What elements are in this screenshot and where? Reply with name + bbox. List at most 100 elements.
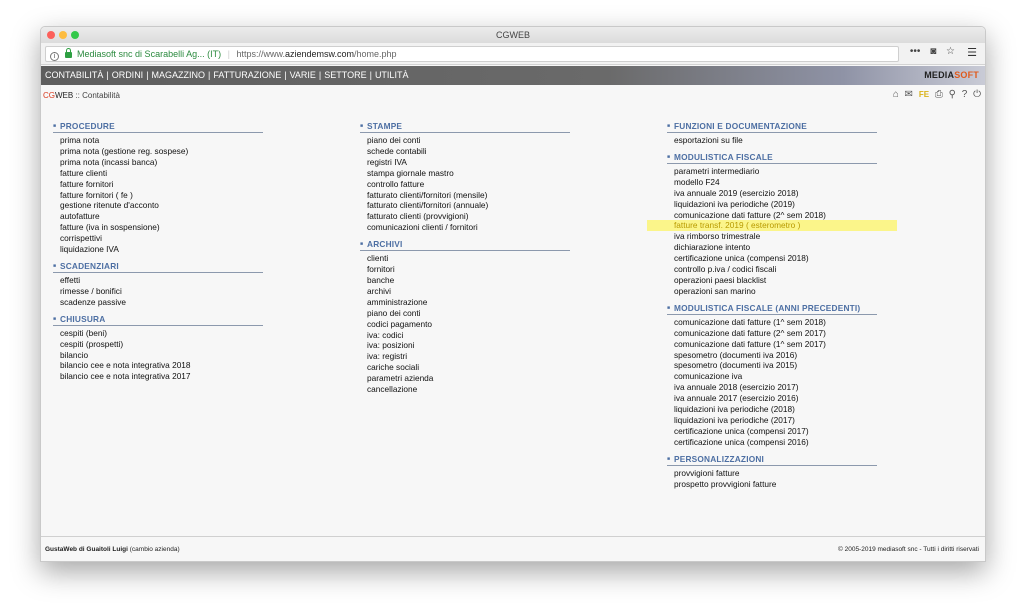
menu-link[interactable]: banche (360, 275, 570, 286)
menu-link[interactable]: fatturato clienti (provvigioni) (360, 211, 570, 222)
menu-link[interactable]: cancellazione (360, 384, 570, 395)
menu-link[interactable]: registri IVA (360, 157, 570, 168)
menu-link[interactable]: certificazione unica (compensi 2016) (667, 437, 877, 448)
nav-item-settore[interactable]: SETTORE (324, 70, 366, 80)
menu-link[interactable]: clienti (360, 253, 570, 264)
menu-link[interactable]: modello F24 (667, 177, 877, 188)
menu-link[interactable]: operazioni paesi blacklist (667, 275, 877, 286)
toolbar-icons: ⌂ ✉ FE ⎙ ⚲ ? ⏻ (890, 89, 981, 100)
nav-item-fatturazione[interactable]: FATTURAZIONE (213, 70, 281, 80)
menu-link[interactable]: liquidazione IVA (53, 244, 263, 255)
menu-link[interactable]: comunicazione dati fatture (2^ sem 2018) (667, 210, 877, 221)
minimize-window-button[interactable] (59, 31, 67, 39)
menu-link[interactable]: piano dei conti (360, 308, 570, 319)
menu-link[interactable]: spesometro (documenti iva 2016) (667, 350, 877, 361)
menu-link[interactable]: comunicazione iva (667, 371, 877, 382)
menu-link[interactable]: controllo fatture (360, 179, 570, 190)
menu-link[interactable]: amministrazione (360, 297, 570, 308)
menu-link[interactable]: iva: registri (360, 351, 570, 362)
menu-link[interactable]: rimesse / bonifici (53, 286, 263, 297)
nav-item-magazzino[interactable]: MAGAZZINO (152, 70, 206, 80)
menu-link[interactable]: bilancio cee e nota integrativa 2018 (53, 360, 263, 371)
menu-link[interactable]: iva annuale 2017 (esercizio 2016) (667, 393, 877, 404)
menu-link[interactable]: bilancio cee e nota integrativa 2017 (53, 371, 263, 382)
menu-link[interactable]: prima nota (53, 135, 263, 146)
menu-link[interactable]: schede contabili (360, 146, 570, 157)
breadcrumb-app-web[interactable]: WEB (55, 91, 73, 100)
menu-link[interactable]: iva rimborso trimestrale (667, 231, 877, 242)
menu-link[interactable]: cariche sociali (360, 362, 570, 373)
address-bar[interactable]: i Mediasoft snc di Scarabelli Ag... (IT)… (45, 46, 899, 62)
menu-link[interactable]: corrispettivi (53, 233, 263, 244)
menu-link[interactable]: comunicazione dati fatture (1^ sem 2018) (667, 317, 877, 328)
search-icon[interactable]: ⚲ (949, 89, 956, 100)
menu-link[interactable]: fatture fornitori (53, 179, 263, 190)
close-window-button[interactable] (47, 31, 55, 39)
help-icon[interactable]: ? (962, 89, 968, 100)
menu-link[interactable]: liquidazioni iva periodiche (2019) (667, 199, 877, 210)
menu-link[interactable]: iva: posizioni (360, 340, 570, 351)
menu-link[interactable]: fatturato clienti/fornitori (mensile) (360, 190, 570, 201)
menu-link[interactable]: esportazioni su file (667, 135, 877, 146)
page-actions-icon[interactable]: ••• (910, 46, 921, 57)
menu-link[interactable]: controllo p.iva / codici fiscali (667, 264, 877, 275)
menu-link[interactable]: provvigioni fatture (667, 468, 877, 479)
info-icon[interactable]: i (50, 52, 59, 61)
site-identity[interactable]: Mediasoft snc di Scarabelli Ag... (IT) (77, 49, 221, 59)
menu-link[interactable]: gestione ritenute d'acconto (53, 200, 263, 211)
nav-item-ordini[interactable]: ORDINI (112, 70, 144, 80)
menu-link[interactable]: liquidazioni iva periodiche (2017) (667, 415, 877, 426)
menu-link[interactable]: autofatture (53, 211, 263, 222)
menu-link[interactable]: fatture clienti (53, 168, 263, 179)
menu-link[interactable]: fatture (iva in sospensione) (53, 222, 263, 233)
menu-link[interactable]: archivi (360, 286, 570, 297)
menu-link[interactable]: fatture transf. 2019 ( esterometro ) (647, 220, 897, 232)
section-personalizzazioni: PERSONALIZZAZIONI provvigioni fatturepros… (667, 454, 877, 490)
menu-link[interactable]: iva annuale 2019 (esercizio 2018) (667, 188, 877, 199)
menu-link[interactable]: cespiti (prospetti) (53, 339, 263, 350)
menu-link[interactable]: iva: codici (360, 330, 570, 341)
menu-link[interactable]: fatture fornitori ( fe ) (53, 190, 263, 201)
menu-link[interactable]: bilancio (53, 350, 263, 361)
fe-button[interactable]: FE (919, 90, 929, 99)
menu-link[interactable]: iva annuale 2018 (esercizio 2017) (667, 382, 877, 393)
url-text[interactable]: https://www.aziendemsw.com/home.php (236, 49, 396, 59)
menu-link[interactable]: liquidazioni iva periodiche (2018) (667, 404, 877, 415)
menu-link[interactable]: stampa giornale mastro (360, 168, 570, 179)
breadcrumb-app-cg[interactable]: CG (43, 91, 55, 100)
menu-link[interactable]: comunicazioni clienti / fornitori (360, 222, 570, 233)
menu-link[interactable]: certificazione unica (compensi 2018) (667, 253, 877, 264)
menu-link[interactable]: fatturato clienti/fornitori (annuale) (360, 200, 570, 211)
power-icon[interactable]: ⏻ (973, 89, 981, 100)
menu-link[interactable]: dichiarazione intento (667, 242, 877, 253)
menu-link[interactable]: operazioni san marino (667, 286, 877, 297)
menu-link[interactable]: fornitori (360, 264, 570, 275)
menu-link[interactable]: prima nota (gestione reg. sospese) (53, 146, 263, 157)
menu-link[interactable]: parametri intermediario (667, 166, 877, 177)
home-icon[interactable]: ⌂ (893, 89, 899, 100)
menu-link[interactable]: parametri azienda (360, 373, 570, 384)
menu-link[interactable]: cespiti (beni) (53, 328, 263, 339)
menu-link[interactable]: comunicazione dati fatture (2^ sem 2017) (667, 328, 877, 339)
nav-item-utilita[interactable]: UTILITÀ (375, 70, 409, 80)
menu-icon[interactable]: ☰ (967, 46, 977, 59)
print-icon[interactable]: ⎙ (935, 89, 943, 100)
menu-link[interactable]: prospetto provvigioni fatture (667, 479, 877, 490)
change-company-link[interactable]: (cambio azienda) (130, 546, 180, 553)
nav-item-varie[interactable]: VARIE (290, 70, 316, 80)
menu-link[interactable]: certificazione unica (compensi 2017) (667, 426, 877, 437)
lock-icon[interactable] (64, 48, 72, 58)
main-nav: CONTABILITÀ | ORDINI | MAGAZZINO | FATTURAZION… (41, 66, 985, 85)
menu-link[interactable]: piano dei conti (360, 135, 570, 146)
nav-item-contabilita[interactable]: CONTABILITÀ (45, 70, 103, 80)
pocket-icon[interactable]: ◙ (930, 46, 936, 57)
bookmark-star-icon[interactable]: ☆ (946, 46, 955, 57)
menu-link[interactable]: codici pagamento (360, 319, 570, 330)
menu-link[interactable]: spesometro (documenti iva 2015) (667, 360, 877, 371)
mail-icon[interactable]: ✉ (905, 89, 913, 100)
zoom-window-button[interactable] (71, 31, 79, 39)
menu-link[interactable]: scadenze passive (53, 297, 263, 308)
menu-link[interactable]: prima nota (incassi banca) (53, 157, 263, 168)
menu-link[interactable]: comunicazione dati fatture (1^ sem 2017) (667, 339, 877, 350)
menu-link[interactable]: effetti (53, 275, 263, 286)
